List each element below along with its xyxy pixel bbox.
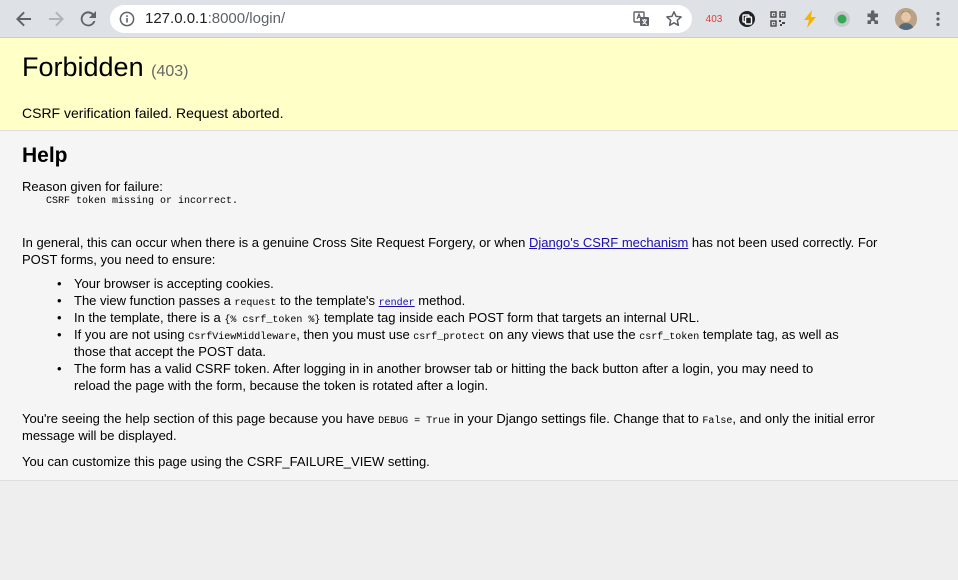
debug-text: in your Django settings file. Change tha…: [450, 411, 703, 426]
http-status-extension[interactable]: 403: [703, 9, 725, 29]
general-text-end: has not been used correctly. For: [688, 235, 878, 250]
bullet-text: on any views that use the: [485, 327, 640, 342]
reason-label: Reason given for failure:: [22, 179, 163, 194]
page-content: Forbidden (403) CSRF verification failed…: [0, 38, 958, 580]
bullet-text: , then you must use: [296, 327, 414, 342]
puzzle-piece-icon: [867, 10, 878, 24]
copy-extension[interactable]: [737, 9, 757, 29]
debug-text: You're seeing the help section of this p…: [22, 411, 379, 426]
inline-code: False: [702, 416, 733, 427]
forward-button[interactable]: [44, 7, 68, 31]
inline-code: DEBUG = True: [378, 416, 451, 427]
general-paragraph-line2: POST forms, you need to ensure:: [22, 252, 216, 267]
inline-code: csrf_token: [639, 332, 700, 343]
debug-text: , and only the initial error: [732, 411, 875, 426]
debug-paragraph-line2: message will be displayed.: [22, 428, 177, 443]
arrow-right-icon: [49, 11, 64, 27]
inline-code: CsrfViewMiddleware: [188, 332, 297, 343]
reason-value: CSRF token missing or incorrect.: [46, 196, 239, 207]
reload-button[interactable]: [76, 7, 100, 31]
url-host: 127.0.0.1: [145, 10, 208, 27]
bullet-text: template tag, as well as: [699, 327, 839, 342]
lightning-extension[interactable]: [800, 9, 820, 29]
error-message: CSRF verification failed. Request aborte…: [22, 105, 284, 121]
copy-extension-icon: [739, 11, 755, 27]
url-path: :8000/login/: [207, 10, 286, 27]
help-heading: Help: [22, 144, 68, 167]
list-item: • The form has a valid CSRF token. After …: [57, 361, 814, 376]
error-summary: Forbidden (403) CSRF verification failed…: [0, 38, 958, 131]
user-avatar-icon: [895, 8, 917, 30]
help-section: Help Reason given for failure: CSRF toke…: [0, 131, 958, 481]
title-text: Forbidden: [22, 52, 144, 82]
info-icon[interactable]: [119, 11, 135, 27]
status-code: (403): [151, 63, 189, 80]
green-dot-extension[interactable]: [832, 9, 852, 29]
bullet-text: The view function passes a: [74, 293, 235, 308]
bullet-text: template tag inside each POST form that …: [320, 310, 700, 325]
general-text: In general, this can occur when there is…: [22, 235, 530, 250]
browser-toolbar: 127.0.0.1:8000/login/ 403: [0, 0, 958, 38]
list-item-continued: those that accept the POST data.: [74, 344, 266, 359]
bullet-text: In the template, there is a: [74, 310, 225, 325]
list-item: • Your browser is accepting cookies.: [57, 276, 274, 291]
bullet-text: The form has a valid CSRF token. After l…: [74, 361, 814, 376]
qr-code-icon: [770, 11, 786, 27]
render-link[interactable]: render: [379, 298, 415, 309]
extensions-button[interactable]: [863, 9, 883, 29]
page-title: Forbidden (403): [22, 51, 188, 88]
green-circle-icon: [834, 11, 850, 27]
more-vertical-icon: [936, 11, 940, 27]
back-button[interactable]: [12, 7, 36, 31]
qr-code-extension[interactable]: [768, 9, 788, 29]
lightning-bolt-icon: [804, 10, 816, 28]
reload-icon: [80, 11, 96, 27]
general-paragraph-line1: In general, this can occur when there is…: [22, 234, 877, 251]
star-icon[interactable]: [665, 10, 683, 28]
inline-code: request: [234, 298, 277, 309]
bullet-text: to the template's: [276, 293, 379, 308]
url-text[interactable]: 127.0.0.1:8000/login/: [145, 10, 285, 28]
list-item-continued: reload the page with the form, because t…: [74, 378, 489, 393]
browser-menu-button[interactable]: [926, 7, 950, 31]
profile-avatar[interactable]: [895, 8, 917, 30]
customize-paragraph: You can customize this page using the CS…: [22, 454, 430, 469]
arrow-left-icon: [16, 11, 31, 27]
inline-code: {% csrf_token %}: [224, 315, 321, 326]
bullet-text: Your browser is accepting cookies.: [74, 276, 274, 291]
django-csrf-link[interactable]: Django's CSRF mechanism: [529, 235, 688, 250]
bullet-text: If you are not using: [74, 327, 189, 342]
inline-code: csrf_protect: [413, 332, 486, 343]
address-bar[interactable]: 127.0.0.1:8000/login/: [110, 5, 692, 33]
translate-icon[interactable]: [633, 11, 650, 27]
bullet-text: method.: [414, 293, 466, 308]
